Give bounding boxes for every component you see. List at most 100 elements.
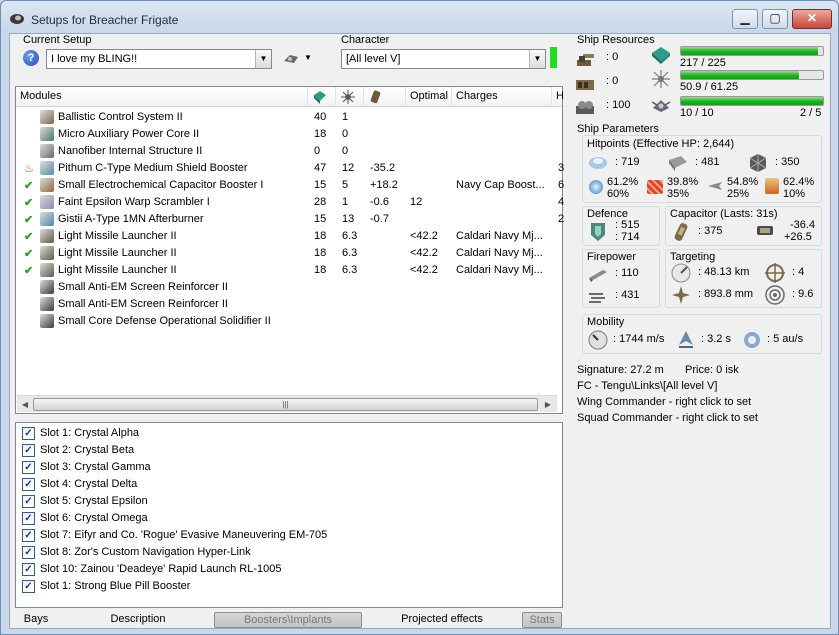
drone-icon[interactable]	[282, 51, 300, 67]
implant-checkbox[interactable]: ✓	[22, 529, 35, 542]
implant-label: Slot 5: Crystal Epsilon	[40, 495, 148, 507]
wing-commander[interactable]: Wing Commander - right click to set	[577, 396, 751, 408]
module-icon	[40, 178, 54, 192]
tab-bays[interactable]: Bays	[14, 612, 58, 628]
module-name: Micro Auxiliary Power Core II	[58, 128, 200, 140]
module-icon	[40, 212, 54, 226]
column-modules[interactable]: Modules	[16, 87, 308, 107]
implant-checkbox[interactable]: ✓	[22, 563, 35, 576]
fleet-commander[interactable]: FC - Tengu\Links\[All level V]	[577, 380, 717, 392]
module-icon	[40, 314, 54, 328]
scroll-right-icon[interactable]: ▶	[542, 398, 554, 411]
tab-boosters-implants[interactable]: Boosters\Implants	[214, 612, 362, 628]
module-charges: Navy Cap Boost...	[456, 179, 545, 191]
cpu-icon	[652, 47, 670, 64]
column-capacitor-icon[interactable]	[364, 87, 406, 107]
module-name: Ballistic Control System II	[58, 111, 183, 123]
implant-checkbox[interactable]: ✓	[22, 444, 35, 457]
module-row[interactable]: Ballistic Control System II 40 1	[16, 109, 586, 126]
implant-label: Slot 1: Strong Blue Pill Booster	[40, 580, 191, 592]
module-row[interactable]: Small Core Defense Operational Solidifie…	[16, 313, 586, 330]
hitpoints-title: Hitpoints (Effective HP: 2,644)	[587, 138, 735, 150]
scrollbar-thumb[interactable]: |||	[33, 398, 538, 411]
module-name: Light Missile Launcher II	[58, 247, 177, 259]
column-cpu-icon[interactable]	[308, 87, 336, 107]
active-check-icon[interactable]: ✔	[24, 213, 33, 226]
implant-checkbox[interactable]: ✓	[22, 512, 35, 525]
character-label: Character	[341, 34, 390, 46]
module-row[interactable]: ♨ Pithum C-Type Medium Shield Booster 47 12…	[16, 160, 586, 177]
defence-value-1: : 515	[615, 219, 640, 231]
module-c1: 15	[314, 179, 327, 191]
implant-checkbox[interactable]: ✓	[22, 461, 35, 474]
implant-label: Slot 7: Eifyr and Co. 'Rogue' Evasive Ma…	[40, 529, 328, 541]
module-c1: 18	[314, 128, 327, 140]
scroll-left-icon[interactable]: ◀	[19, 398, 31, 411]
module-row[interactable]: ✔ Light Missile Launcher II 18 6.3 <42.2 Cald…	[16, 228, 586, 245]
hull-hp-value: : 350	[775, 156, 800, 168]
launcher-hardpoint-icon	[576, 80, 594, 90]
implant-checkbox[interactable]: ✓	[22, 580, 35, 593]
module-row[interactable]: Nanofiber Internal Structure II 0 0	[16, 143, 586, 160]
module-c1: 15	[314, 213, 327, 225]
column-power-icon[interactable]	[336, 87, 364, 107]
module-optimal: <42.2	[410, 230, 438, 242]
modules-header: Modules Optimal Charges H	[16, 87, 564, 107]
active-check-icon[interactable]: ✔	[24, 196, 33, 209]
module-c1: 0	[314, 145, 321, 157]
implant-label: Slot 2: Crystal Beta	[40, 444, 135, 456]
title-bar[interactable]: Setups for Breacher Frigate ▁ ▢ ✕	[1, 1, 838, 35]
module-c3: +18.2	[370, 179, 398, 191]
powergrid-value: 50.9 / 61.25	[680, 81, 739, 93]
column-optimal[interactable]: Optimal	[406, 87, 452, 107]
mobility-group: Mobility : 1744 m/s : 3.2 s : 5 au/s	[582, 314, 822, 354]
calibration-value: : 100	[606, 99, 631, 111]
column-charges[interactable]: Charges	[452, 87, 552, 107]
module-icon	[40, 144, 54, 158]
overheat-icon[interactable]: ♨	[24, 162, 34, 175]
active-check-icon[interactable]: ✔	[24, 179, 33, 192]
implant-checkbox[interactable]: ✓	[22, 495, 35, 508]
implant-checkbox[interactable]: ✓	[22, 546, 35, 559]
module-row[interactable]: Small Anti-EM Screen Reinforcer II	[16, 296, 586, 313]
module-c1: 18	[314, 264, 327, 276]
active-check-icon[interactable]: ✔	[24, 247, 33, 260]
implant-checkbox[interactable]: ✓	[22, 427, 35, 440]
setups-window: Setups for Breacher Frigate ▁ ▢ ✕ Curren…	[0, 0, 839, 635]
dropdown-arrow-icon[interactable]: ▼	[304, 53, 312, 62]
implant-label: Slot 6: Crystal Omega	[40, 512, 148, 524]
module-row[interactable]: Micro Auxiliary Power Core II 18 0	[16, 126, 586, 143]
setup-select[interactable]: I love my BLING!! ▼	[46, 49, 272, 69]
module-row[interactable]: ✔ Small Electrochemical Capacitor Booster…	[16, 177, 586, 194]
module-h: 4	[558, 196, 565, 208]
tab-projected-effects[interactable]: Projected effects	[392, 612, 492, 628]
maximize-button[interactable]: ▢	[762, 9, 788, 29]
module-row[interactable]: ✔ Gistii A-Type 1MN Afterburner 15 13 -0.7 2	[16, 211, 586, 228]
minimize-button[interactable]: ▁	[732, 9, 758, 29]
module-icon	[40, 246, 54, 260]
implant-label: Slot 8: Zor's Custom Navigation Hyper-Li…	[40, 546, 251, 558]
implant-checkbox[interactable]: ✓	[22, 478, 35, 491]
active-check-icon[interactable]: ✔	[24, 230, 33, 243]
module-row[interactable]: ✔ Light Missile Launcher II 18 6.3 <42.2 Cald…	[16, 245, 586, 262]
firepower-value-1: : 110	[615, 267, 639, 279]
module-icon	[40, 195, 54, 209]
em-resist-icon	[589, 180, 603, 194]
horizontal-scrollbar[interactable]: ◀ ||| ▶	[17, 395, 557, 412]
launcher-hardpoints-value: : 0	[606, 75, 619, 87]
module-c2: 1	[342, 196, 349, 208]
column-h[interactable]: H	[552, 87, 564, 107]
character-select[interactable]: [All level V] ▼	[341, 49, 546, 69]
tab-description[interactable]: Description	[98, 612, 178, 628]
tab-stats[interactable]: Stats	[522, 612, 562, 628]
active-check-icon[interactable]: ✔	[24, 264, 33, 277]
module-row[interactable]: ✔ Light Missile Launcher II 18 6.3 <42.2 Cald…	[16, 262, 586, 279]
calibration-icon	[576, 101, 594, 114]
capacitor-icon	[674, 223, 688, 241]
setup-select-value: I love my BLING!!	[51, 53, 138, 65]
help-icon[interactable]: ?	[23, 50, 39, 66]
close-button[interactable]: ✕	[792, 9, 832, 29]
module-row[interactable]: Small Anti-EM Screen Reinforcer II	[16, 279, 586, 296]
squad-commander[interactable]: Squad Commander - right click to set	[577, 412, 758, 424]
module-row[interactable]: ✔ Faint Epsilon Warp Scrambler I 28 1 -0.6 12…	[16, 194, 586, 211]
